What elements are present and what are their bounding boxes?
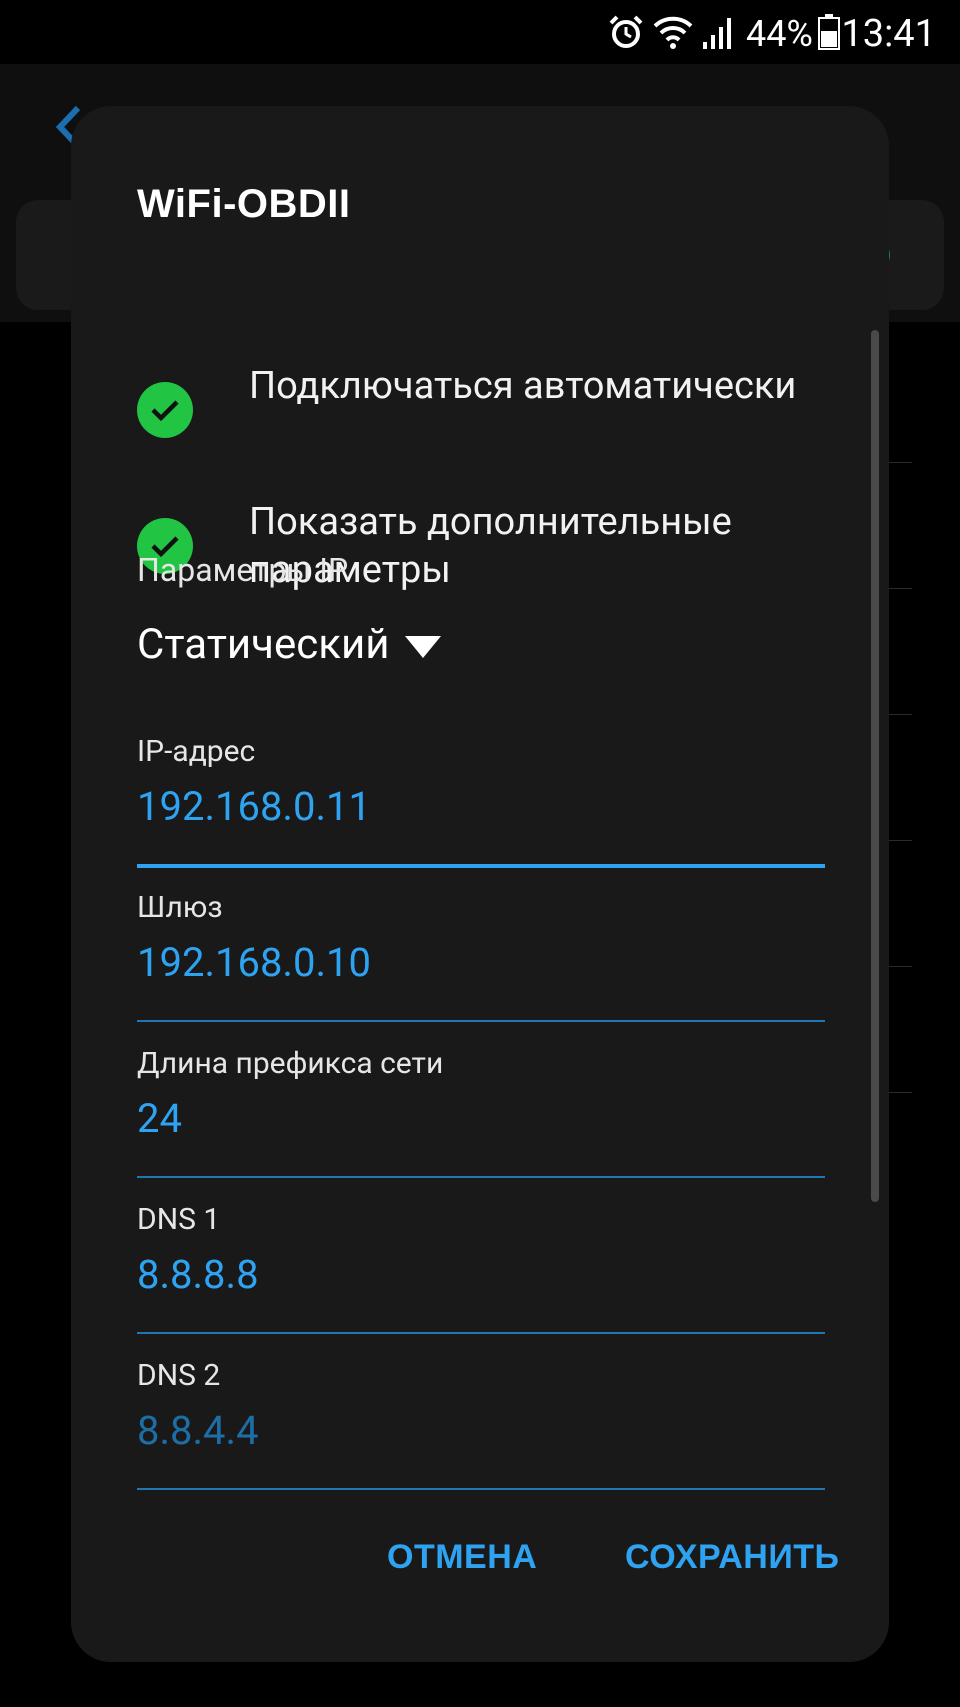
gateway-underline [137, 1020, 825, 1022]
dns1-underline [137, 1332, 825, 1334]
cancel-button[interactable]: ОТМЕНА [387, 1538, 537, 1577]
screen: 44% 13:41 WiFi-OBDII Подключаться автома… [0, 0, 960, 1707]
ip-address-label: IP-адрес [137, 734, 256, 769]
battery-icon [818, 14, 840, 54]
gateway-label: Шлюз [137, 890, 223, 925]
auto-connect-label: Подключаться автоматически [249, 364, 797, 408]
prefix-length-underline [137, 1176, 825, 1178]
status-bar: 44% 13:41 [0, 0, 960, 64]
dns2-label: DNS 2 [137, 1358, 221, 1393]
prefix-length-label: Длина префикса сети [137, 1046, 444, 1081]
ip-address-input[interactable]: 192.168.0.11 [137, 782, 825, 834]
ip-address-field[interactable]: IP-адрес 192.168.0.11 [137, 732, 825, 868]
dns2-underline [137, 1488, 825, 1490]
ip-settings-label: Параметры IP [137, 551, 349, 589]
dns2-field[interactable]: DNS 2 8.8.4.4 [137, 1356, 825, 1490]
gateway-field[interactable]: Шлюз 192.168.0.10 [137, 888, 825, 1022]
save-button[interactable]: СОХРАНИТЬ [625, 1538, 839, 1577]
wifi-settings-dialog: WiFi-OBDII Подключаться автоматически По… [71, 106, 889, 1662]
ip-settings-dropdown[interactable]: Статический [137, 620, 442, 669]
scrollbar[interactable] [871, 330, 879, 1202]
battery-percent: 44% [746, 13, 813, 55]
clock: 13:41 [841, 12, 936, 56]
dropdown-arrow-icon [405, 635, 442, 658]
signal-icon [702, 14, 734, 54]
auto-connect-option[interactable]: Подключаться автоматически [137, 362, 837, 438]
wifi-icon [652, 14, 694, 54]
dns1-label: DNS 1 [137, 1202, 221, 1237]
ip-address-underline [137, 864, 825, 868]
dns1-field[interactable]: DNS 1 8.8.8.8 [137, 1200, 825, 1334]
gateway-input[interactable]: 192.168.0.10 [137, 938, 825, 990]
dialog-title: WiFi-OBDII [137, 182, 351, 226]
prefix-length-field[interactable]: Длина префикса сети 24 [137, 1044, 825, 1178]
ip-settings-value: Статический [137, 620, 390, 669]
dns1-input[interactable]: 8.8.8.8 [137, 1250, 825, 1302]
check-icon[interactable] [137, 382, 193, 438]
alarm-icon [608, 14, 644, 54]
dns2-input[interactable]: 8.8.4.4 [137, 1406, 825, 1458]
prefix-length-input[interactable]: 24 [137, 1094, 825, 1146]
